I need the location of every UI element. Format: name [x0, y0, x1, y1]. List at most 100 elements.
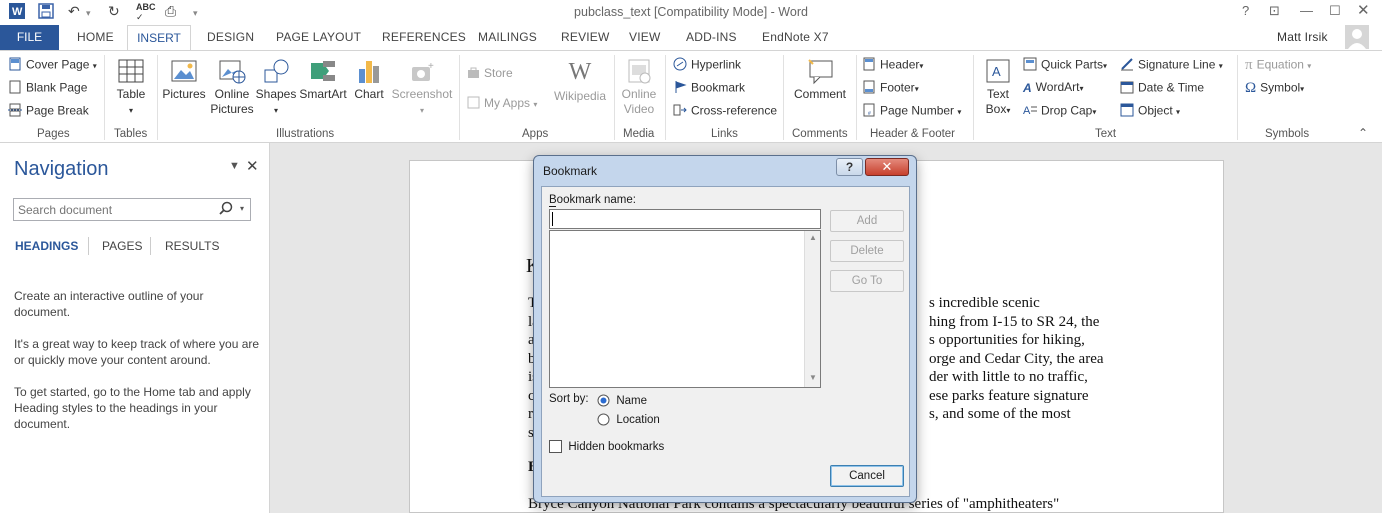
radio-selected-icon — [597, 394, 610, 407]
ribbon-divider — [665, 55, 666, 140]
tab-insert[interactable]: INSERT — [127, 25, 191, 51]
accelerator-underline — [549, 193, 556, 207]
comment-button[interactable]: Comment — [789, 57, 851, 102]
signature-line-icon — [1120, 57, 1134, 74]
group-symbols-label: Symbols — [1265, 128, 1310, 140]
collapse-ribbon-icon[interactable]: ⌃ — [1358, 126, 1368, 140]
avatar[interactable] — [1345, 25, 1369, 52]
ribbon-tabs: HOME DESIGN PAGE LAYOUT REFERENCES MAILI… — [0, 25, 1382, 50]
group-header-footer-label: Header & Footer — [870, 128, 956, 140]
text-box-button[interactable]: A Text Box▾ — [978, 57, 1018, 118]
close-button[interactable]: ✕ — [1357, 1, 1370, 19]
tab-page-layout[interactable]: PAGE LAYOUT — [276, 30, 361, 44]
quick-parts-icon — [1023, 57, 1037, 74]
table-button[interactable]: Table ▾ — [111, 57, 151, 118]
search-document-field[interactable] — [14, 199, 214, 220]
ribbon-divider — [1237, 55, 1238, 140]
shapes-button[interactable]: Shapes ▾ — [255, 57, 297, 118]
user-name[interactable]: Matt Irsik — [1277, 30, 1328, 44]
chart-button[interactable]: Chart — [351, 57, 387, 102]
header-icon — [862, 57, 876, 74]
delete-button[interactable]: Delete — [830, 240, 904, 262]
text-box-icon: A — [986, 59, 1010, 83]
tab-add-ins[interactable]: ADD-INS — [686, 30, 737, 44]
cover-page-button[interactable]: Cover Page ▾ — [8, 57, 97, 74]
screenshot-icon: + — [412, 61, 434, 81]
go-to-button[interactable]: Go To — [830, 270, 904, 292]
bookmark-list[interactable]: ▲ ▼ — [549, 230, 821, 388]
bookmark-name-input[interactable] — [549, 209, 821, 229]
symbol-button[interactable]: Ω Symbol▾ — [1245, 80, 1304, 97]
footer-button[interactable]: Footer▾ — [862, 80, 919, 97]
scroll-up-icon[interactable]: ▲ — [809, 233, 817, 242]
help-button[interactable]: ? — [1242, 3, 1249, 18]
object-button[interactable]: Object ▾ — [1120, 103, 1180, 120]
my-apps-button[interactable]: My Apps ▾ — [467, 96, 537, 112]
dialog-help-button[interactable]: ? — [836, 158, 863, 176]
search-dropdown-icon[interactable]: ▾ — [240, 204, 244, 213]
tab-references[interactable]: REFERENCES — [382, 30, 466, 44]
tab-mailings[interactable]: MAILINGS — [478, 30, 537, 44]
page-break-icon — [8, 103, 22, 120]
tab-home[interactable]: HOME — [77, 30, 114, 44]
group-media-label: Media — [623, 128, 655, 140]
tab-file[interactable]: FILE — [0, 25, 59, 50]
ribbon-display-options-icon[interactable]: ⊡ — [1269, 3, 1280, 19]
online-pictures-icon — [219, 60, 246, 84]
tab-view[interactable]: VIEW — [629, 30, 660, 44]
wordart-button[interactable]: A WordArt▾ — [1023, 80, 1083, 95]
ribbon-divider — [459, 55, 460, 140]
maximize-button[interactable]: ☐ — [1329, 3, 1341, 19]
minimize-button[interactable]: — — [1300, 3, 1313, 18]
tab-review[interactable]: REVIEW — [561, 30, 610, 44]
pane-options-icon[interactable]: ▼ — [229, 160, 240, 172]
hidden-bookmarks-checkbox[interactable]: Hidden bookmarks — [549, 439, 664, 454]
drop-cap-button[interactable]: A Drop Cap▾ — [1023, 103, 1096, 120]
tab-endnote[interactable]: EndNote X7 — [762, 30, 829, 44]
cross-reference-button[interactable]: Cross-reference — [673, 103, 777, 120]
add-button[interactable]: Add — [830, 210, 904, 232]
online-video-button[interactable]: Online Video — [617, 57, 661, 117]
page-number-button[interactable]: # Page Number ▾ — [862, 103, 961, 120]
tab-pages[interactable]: PAGES — [102, 239, 142, 253]
sort-by-label: Sort by: — [549, 393, 589, 405]
scroll-down-icon[interactable]: ▼ — [809, 373, 817, 382]
svg-text:A: A — [992, 64, 1001, 79]
radio-unselected-icon — [597, 413, 610, 426]
pictures-button[interactable]: Pictures — [161, 57, 207, 102]
date-time-button[interactable]: Date & Time — [1120, 80, 1204, 97]
smartart-button[interactable]: SmartArt — [298, 57, 348, 102]
blank-page-button[interactable]: Blank Page — [8, 80, 87, 97]
tab-divider — [88, 237, 89, 255]
tab-headings[interactable]: HEADINGS — [15, 239, 78, 253]
sort-name-radio[interactable]: Name — [597, 393, 647, 407]
screenshot-button[interactable]: + Screenshot ▾ — [389, 57, 455, 118]
checkbox-icon — [549, 440, 562, 454]
hyperlink-button[interactable]: Hyperlink — [673, 57, 741, 74]
tab-results[interactable]: RESULTS — [165, 239, 219, 253]
dialog-close-button[interactable]: ✕ — [865, 158, 909, 176]
signature-line-button[interactable]: Signature Line ▾ — [1120, 57, 1223, 74]
tab-design[interactable]: DESIGN — [207, 30, 254, 44]
cancel-button[interactable]: Cancel — [830, 465, 904, 487]
header-button[interactable]: Header▾ — [862, 57, 923, 74]
bookmark-button[interactable]: Bookmark — [673, 80, 745, 97]
wikipedia-button[interactable]: W Wikipedia — [551, 57, 609, 104]
equation-button[interactable]: π Equation ▾ — [1245, 57, 1311, 74]
ribbon-divider — [157, 55, 158, 140]
blank-page-icon — [8, 80, 22, 97]
wikipedia-icon: W — [568, 59, 592, 85]
search-icon[interactable] — [219, 201, 233, 218]
quick-parts-button[interactable]: Quick Parts▾ — [1023, 57, 1107, 74]
list-scrollbar[interactable]: ▲ ▼ — [804, 231, 820, 387]
store-button[interactable]: Store — [467, 66, 513, 82]
search-document-input[interactable]: ▾ — [13, 198, 251, 221]
page-break-button[interactable]: Page Break — [8, 103, 89, 120]
bookmark-name-label: Bookmark name: — [549, 194, 636, 206]
svg-text:+: + — [428, 61, 434, 72]
ribbon-divider — [614, 55, 615, 140]
close-pane-icon[interactable]: ✕ — [246, 157, 259, 175]
page-number-icon: # — [862, 103, 876, 120]
online-pictures-button[interactable]: Online Pictures — [209, 57, 255, 117]
sort-location-radio[interactable]: Location — [597, 412, 660, 426]
